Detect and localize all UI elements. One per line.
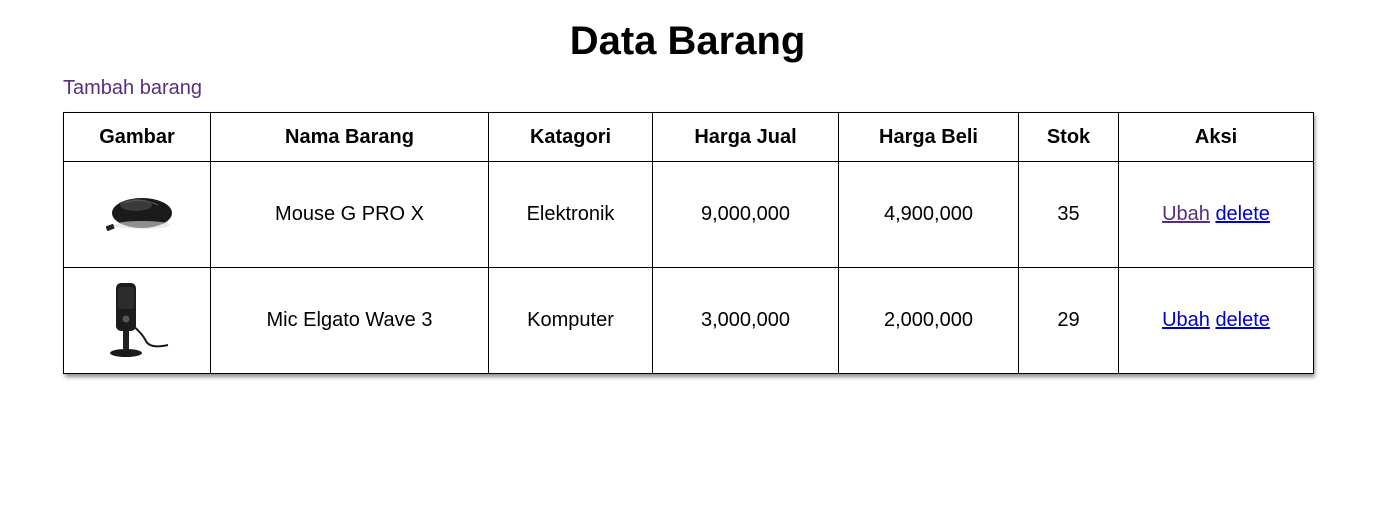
- delete-link[interactable]: delete: [1215, 203, 1270, 225]
- table-row: Mic Elgato Wave 3 Komputer 3,000,000 2,0…: [63, 267, 1314, 374]
- item-buy-price: 4,900,000: [838, 161, 1019, 268]
- edit-link[interactable]: Ubah: [1162, 309, 1210, 331]
- table-row: Mouse G PRO X Elektronik 9,000,000 4,900…: [63, 161, 1314, 268]
- item-sell-price: 3,000,000: [652, 267, 839, 374]
- item-stock: 35: [1018, 161, 1119, 268]
- edit-link[interactable]: Ubah: [1162, 203, 1210, 225]
- header-stok: Stok: [1018, 112, 1119, 162]
- item-stock: 29: [1018, 267, 1119, 374]
- items-table-container: Gambar Nama Barang Katagori Harga Jual H…: [63, 112, 1314, 374]
- delete-link[interactable]: delete: [1215, 309, 1270, 331]
- item-category: Elektronik: [488, 161, 653, 268]
- add-item-link[interactable]: Tambah barang: [63, 76, 202, 100]
- image-cell: [63, 267, 211, 374]
- header-gambar: Gambar: [63, 112, 211, 162]
- microphone-image: [110, 282, 169, 357]
- item-name: Mouse G PRO X: [210, 161, 489, 268]
- item-sell-price: 9,000,000: [652, 161, 839, 268]
- actions-cell: Ubah delete: [1118, 161, 1314, 268]
- table-header-row: Gambar Nama Barang Katagori Harga Jual H…: [63, 112, 1314, 162]
- mouse-image: [105, 197, 172, 231]
- actions-cell: Ubah delete: [1118, 267, 1314, 374]
- header-nama-barang: Nama Barang: [210, 112, 489, 162]
- page-title: Data Barang: [569, 19, 806, 63]
- header-aksi: Aksi: [1118, 112, 1314, 162]
- header-katagori: Katagori: [488, 112, 653, 162]
- item-name: Mic Elgato Wave 3: [210, 267, 489, 374]
- item-category: Komputer: [488, 267, 653, 374]
- header-harga-jual: Harga Jual: [652, 112, 839, 162]
- image-cell: [63, 161, 211, 268]
- items-table: Gambar Nama Barang Katagori Harga Jual H…: [63, 112, 1314, 374]
- item-buy-price: 2,000,000: [838, 267, 1019, 374]
- header-harga-beli: Harga Beli: [838, 112, 1019, 162]
